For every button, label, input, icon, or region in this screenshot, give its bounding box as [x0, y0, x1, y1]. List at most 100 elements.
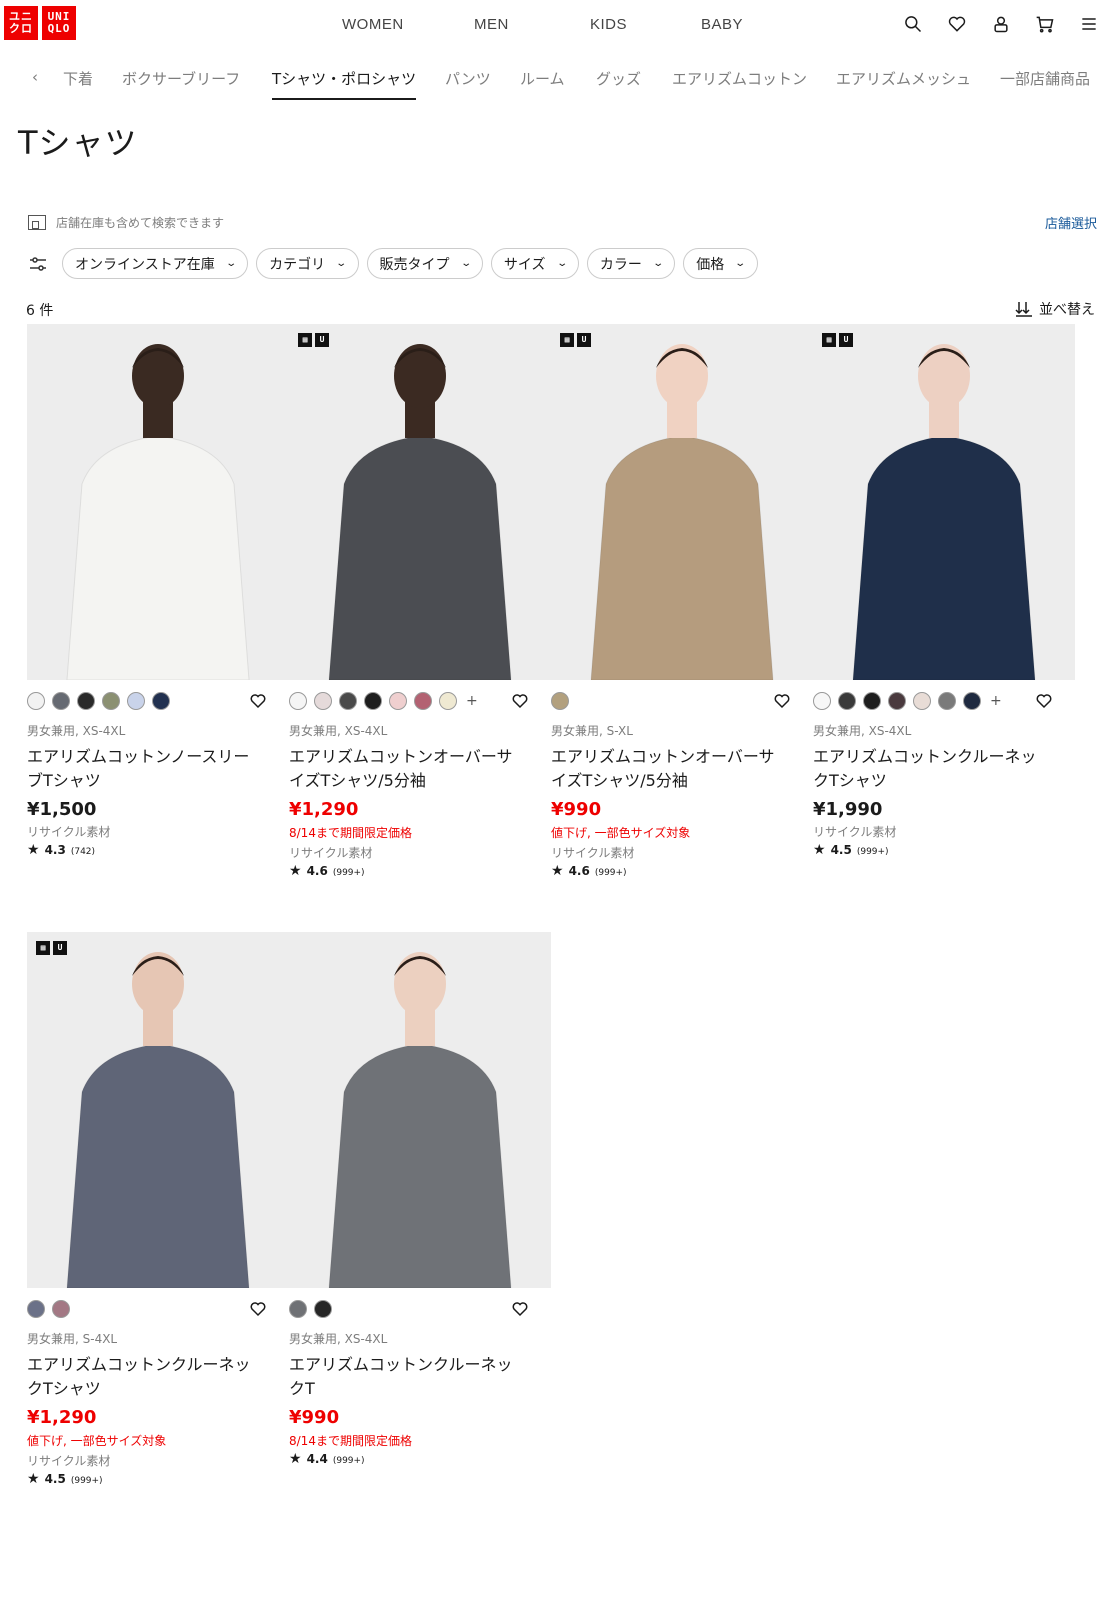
sort-icon — [1015, 302, 1032, 317]
page-title: Tシャツ — [18, 124, 138, 162]
star-icon: ★ — [27, 1471, 40, 1487]
rating-value: 4.5 — [830, 843, 852, 857]
favorite-heart-icon[interactable] — [249, 692, 267, 710]
result-count: 6 件 — [26, 303, 54, 319]
color-swatch[interactable] — [77, 692, 95, 710]
product-image[interactable]: ▦ U — [289, 324, 551, 680]
subnav-item-pants[interactable]: パンツ — [445, 68, 491, 89]
color-swatch[interactable] — [963, 692, 981, 710]
sort-button[interactable]: 並べ替え — [1015, 299, 1095, 319]
filter-bar: オンラインストア在庫 ⌄ カテゴリ ⌄ 販売タイプ ⌄ サイズ ⌄ カラー ⌄ 価格 ⌄ — [28, 248, 766, 279]
subnav-item-boxer[interactable]: ボクサーブリーフ — [122, 68, 240, 89]
nav-baby[interactable]: BABY — [701, 16, 743, 33]
product-image[interactable]: ▦ U — [27, 932, 289, 1288]
subnav-item-airism-mesh[interactable]: エアリズムメッシュ — [836, 68, 971, 89]
menu-icon[interactable] — [1077, 12, 1101, 36]
favorite-heart-icon[interactable] — [511, 1300, 529, 1318]
filter-price[interactable]: 価格 ⌄ — [683, 248, 758, 279]
review-count: (999+) — [332, 1456, 365, 1466]
color-swatch[interactable] — [289, 1300, 307, 1318]
product-card[interactable]: 男女兼用, XS-4XL エアリズムコットンクルーネックT ¥990 8/14ま… — [289, 932, 551, 1467]
store-select-link[interactable]: 店舗選択 — [1045, 213, 1097, 232]
search-icon[interactable] — [901, 12, 925, 36]
color-swatches — [27, 692, 289, 710]
filter-color[interactable]: カラー ⌄ — [586, 248, 676, 279]
chevron-down-icon: ⌄ — [652, 258, 664, 269]
subnav-item-store-only[interactable]: 一部店舗商品 — [1000, 68, 1090, 89]
color-swatch[interactable] — [414, 692, 432, 710]
color-swatch[interactable] — [838, 692, 856, 710]
product-rating: ★ 4.3 (742) — [27, 842, 289, 858]
heart-icon[interactable] — [945, 12, 969, 36]
subnav-item-airism-cotton[interactable]: エアリズムコットン — [672, 68, 807, 89]
filter-label: オンラインストア在庫 — [75, 256, 215, 273]
product-image[interactable]: ▦ U — [813, 324, 1075, 680]
color-swatch[interactable] — [102, 692, 120, 710]
uniqlo-u-badge: ▦ U — [298, 333, 329, 347]
color-swatch[interactable] — [913, 692, 931, 710]
subnav-item-room[interactable]: ルーム — [520, 68, 565, 89]
filter-size[interactable]: サイズ ⌄ — [490, 248, 579, 279]
filter-online-stock[interactable]: オンラインストア在庫 ⌄ — [62, 248, 249, 279]
filter-label: サイズ — [503, 256, 546, 273]
product-name[interactable]: エアリズムコットンオーバーサイズTシャツ/5分袖 — [289, 745, 521, 793]
nav-kids[interactable]: KIDS — [590, 16, 627, 33]
color-swatch[interactable] — [389, 692, 407, 710]
product-name[interactable]: エアリズムコットンノースリーブTシャツ — [27, 745, 259, 793]
filter-label: 販売タイプ — [379, 256, 450, 273]
color-swatch[interactable] — [364, 692, 382, 710]
color-swatch[interactable] — [127, 692, 145, 710]
product-image[interactable]: ▦ U — [551, 324, 813, 680]
active-tab-underline — [272, 98, 416, 100]
promo-text: 値下げ, 一部色サイズ対象 — [551, 826, 691, 840]
filter-sale-type[interactable]: 販売タイプ ⌄ — [366, 248, 483, 279]
color-swatch[interactable] — [813, 692, 831, 710]
color-swatch[interactable] — [314, 1300, 332, 1318]
model-photo — [551, 324, 813, 680]
cart-icon[interactable] — [1033, 12, 1057, 36]
user-icon[interactable] — [989, 12, 1013, 36]
recycle-label: リサイクル素材 — [551, 846, 635, 860]
color-swatch[interactable] — [551, 692, 569, 710]
chevron-left-icon[interactable]: ‹ — [32, 68, 38, 86]
color-swatch[interactable] — [27, 692, 45, 710]
color-swatch[interactable] — [314, 692, 332, 710]
subnav-item-goods[interactable]: グッズ — [596, 68, 641, 89]
more-colors[interactable]: + — [990, 693, 1002, 709]
filter-sliders-icon[interactable] — [28, 254, 48, 274]
nav-women[interactable]: WOMEN — [342, 16, 404, 33]
subnav-item-underwear[interactable]: 下着 — [63, 68, 93, 89]
color-swatch[interactable] — [52, 692, 70, 710]
color-swatch[interactable] — [289, 692, 307, 710]
product-name[interactable]: エアリズムコットンクルーネックTシャツ — [813, 745, 1045, 793]
subnav-item-tshirt[interactable]: Tシャツ・ポロシャツ — [272, 68, 416, 89]
color-swatch[interactable] — [863, 692, 881, 710]
recycle-label: リサイクル素材 — [27, 1454, 111, 1468]
color-swatch[interactable] — [152, 692, 170, 710]
product-card[interactable]: ▦ U 男女兼用, S-XL エアリズムコットンオーバーサイズTシャツ/5分袖 ¥… — [551, 324, 813, 879]
product-name[interactable]: エアリズムコットンクルーネックTシャツ — [27, 1353, 259, 1401]
product-card[interactable]: ▦ U + 男女兼用, XS-4XL エアリズムコットンクルーネックTシャツ ¥1… — [813, 324, 1075, 858]
nav-men[interactable]: MEN — [474, 16, 509, 33]
color-swatch[interactable] — [439, 692, 457, 710]
favorite-heart-icon[interactable] — [249, 1300, 267, 1318]
color-swatch[interactable] — [27, 1300, 45, 1318]
rating-value: 4.6 — [568, 864, 590, 878]
favorite-heart-icon[interactable] — [511, 692, 529, 710]
product-image[interactable] — [289, 932, 551, 1288]
product-name[interactable]: エアリズムコットンクルーネックT — [289, 1353, 521, 1401]
color-swatch[interactable] — [52, 1300, 70, 1318]
uniqlo-u-badge: ▦ U — [36, 941, 67, 955]
favorite-heart-icon[interactable] — [773, 692, 791, 710]
product-card[interactable]: 男女兼用, XS-4XL エアリズムコットンノースリーブTシャツ ¥1,500 … — [27, 324, 289, 858]
color-swatch[interactable] — [888, 692, 906, 710]
more-colors[interactable]: + — [466, 693, 478, 709]
product-image[interactable] — [27, 324, 289, 680]
product-card[interactable]: ▦ U 男女兼用, S-4XL エアリズムコットンクルーネックTシャツ ¥1,29… — [27, 932, 289, 1487]
filter-category[interactable]: カテゴリ ⌄ — [256, 248, 359, 279]
product-card[interactable]: ▦ U + 男女兼用, XS-4XL エアリズムコットンオーバーサイズTシャツ/5… — [289, 324, 551, 879]
color-swatch[interactable] — [938, 692, 956, 710]
product-name[interactable]: エアリズムコットンオーバーサイズTシャツ/5分袖 — [551, 745, 783, 793]
color-swatch[interactable] — [339, 692, 357, 710]
favorite-heart-icon[interactable] — [1035, 692, 1053, 710]
